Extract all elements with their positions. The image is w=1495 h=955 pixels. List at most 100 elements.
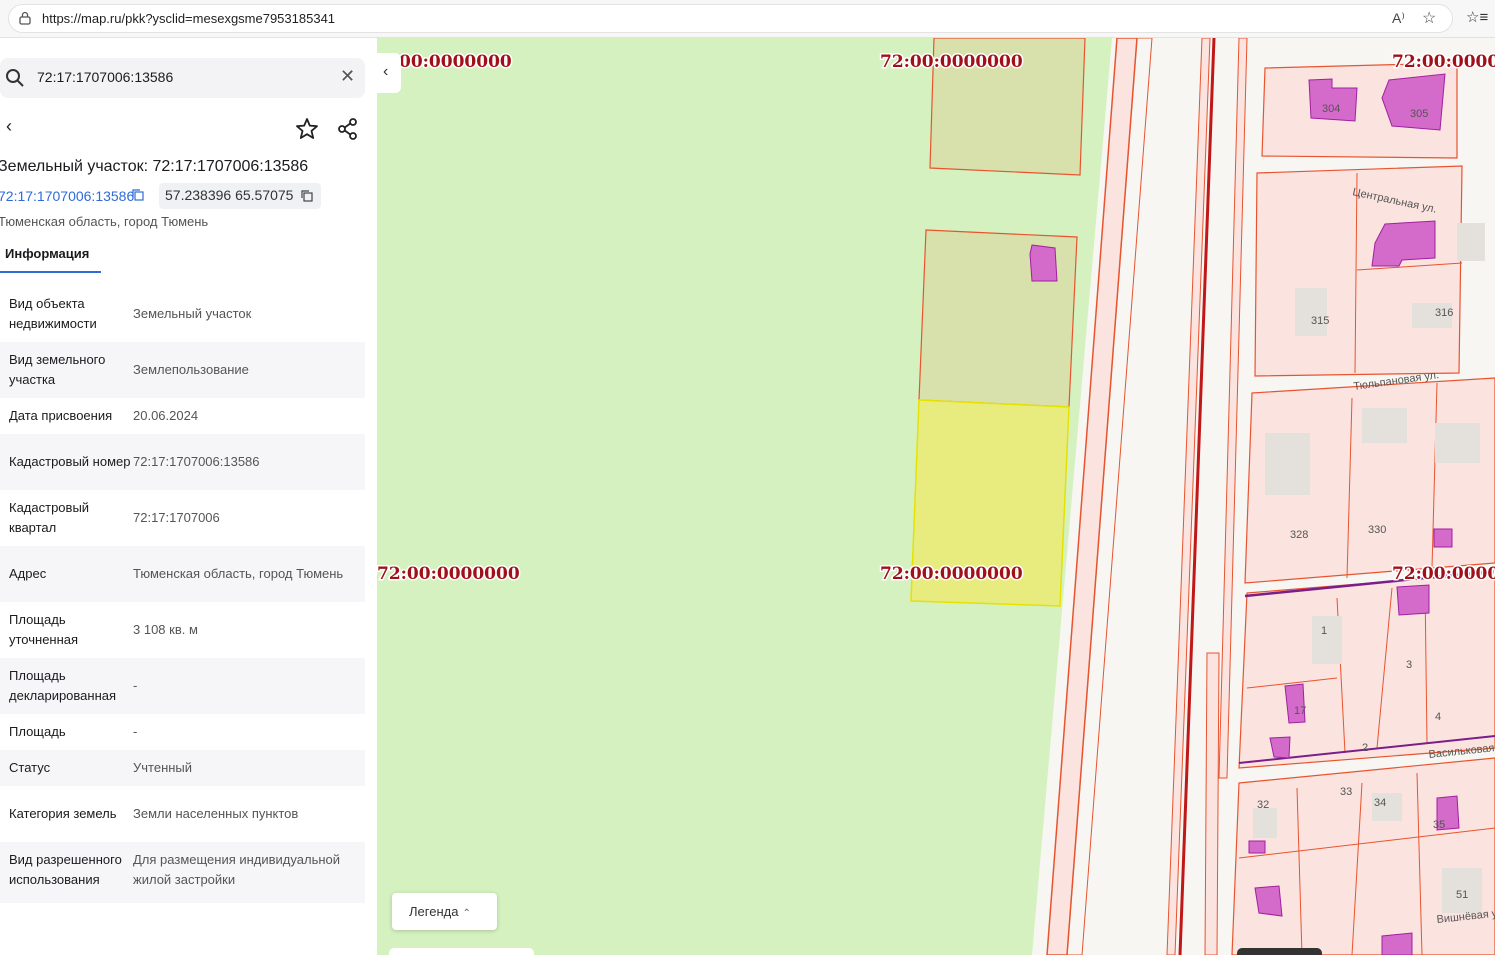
building — [1362, 408, 1407, 443]
house-number: 315 — [1311, 315, 1329, 327]
attribute-key: Статус — [9, 760, 51, 775]
map-control-bar[interactable] — [1237, 948, 1322, 955]
search-icon — [6, 69, 24, 87]
building — [1029, 244, 1058, 282]
coordinates-bar — [389, 948, 534, 955]
building — [1381, 73, 1446, 131]
attribute-row: Кадастровый номер 72:17:1707006:13586 — [0, 434, 365, 490]
copy-icon[interactable] — [132, 189, 144, 201]
address-url[interactable]: https://map.ru/pkk?ysclid=mesexgsme79531… — [42, 11, 335, 26]
browser-toolbar: https://map.ru/pkk?ysclid=mesexgsme79531… — [0, 0, 1495, 38]
attribute-value: 3 108 кв. м — [133, 622, 198, 637]
attribute-key: Кадастровый квартал — [9, 500, 90, 535]
house-number: 33 — [1340, 786, 1352, 798]
house-number: 316 — [1435, 307, 1453, 319]
attribute-value: - — [133, 678, 138, 693]
road-strip — [1204, 652, 1220, 955]
house-number: 17 — [1294, 705, 1306, 717]
attribute-key: Площадь уточненная — [9, 612, 79, 647]
collapse-panel-button[interactable]: ‹ — [377, 53, 401, 93]
attribute-row: Кадастровый квартал 72:17:1707006 — [0, 490, 365, 546]
attribute-value: Земли населенных пунктов — [133, 806, 299, 821]
parcel[interactable] — [1231, 757, 1495, 955]
attribute-value: Для размещения индивидуальной жилой заст… — [133, 852, 341, 887]
attribute-key: Кадастровый номер — [9, 454, 131, 469]
attribute-key: Вид земельного участка — [9, 352, 106, 387]
attribute-key: Площадь декларированная — [9, 668, 117, 703]
favorites-icon[interactable]: ☆≡ — [1466, 8, 1488, 26]
building — [1265, 433, 1310, 495]
house-number: 2 — [1362, 742, 1368, 754]
bookmark-star-icon[interactable]: ☆ — [1422, 8, 1436, 28]
share-icon[interactable] — [333, 114, 363, 144]
cadastral-label: 72:00:0000000 — [1392, 52, 1495, 72]
house-number: 32 — [1257, 799, 1269, 811]
search-input[interactable]: 72:17:1707006:13586 — [37, 69, 173, 85]
tab-information[interactable]: Информация — [5, 246, 89, 261]
attribute-table: Вид объекта недвижимости Земельный участо… — [0, 286, 365, 903]
sidebar: 72:17:1707006:13586 ✕ ‹ Земельный участо… — [0, 38, 377, 955]
tab-underline — [0, 271, 101, 273]
map-canvas[interactable]: Центральная ул. Тюльпановая ул. Василько… — [377, 38, 1495, 955]
coordinates-chip[interactable]: 57.238396 65.57075 — [159, 183, 322, 209]
cadastral-label: 72:00:0000000 — [377, 564, 520, 584]
attribute-row: Вид объекта недвижимости Земельный участо… — [0, 286, 365, 342]
cadastral-label: 72:00:0000000 — [880, 52, 1023, 72]
attribute-value: 72:17:1707006 — [133, 510, 220, 525]
building — [1396, 584, 1430, 616]
attribute-key: Дата присвоения — [9, 408, 113, 423]
house-number: 1 — [1321, 625, 1327, 637]
building — [1295, 288, 1327, 336]
building — [1248, 840, 1266, 854]
attribute-key: Площадь — [9, 724, 66, 739]
legend-button[interactable]: Легенда ⌃ — [392, 893, 497, 930]
house-number: 328 — [1290, 529, 1308, 541]
cadastral-map[interactable]: Центральная ул. Тюльпановая ул. Василько… — [377, 38, 1495, 955]
attribute-row: Вид разрешенного использования Для размещ… — [0, 842, 365, 903]
clear-icon[interactable]: ✕ — [340, 66, 355, 87]
lock-icon — [19, 11, 31, 25]
attribute-value: Землепользование — [133, 362, 249, 377]
house-number: 3 — [1406, 659, 1412, 671]
building — [1284, 683, 1306, 724]
house-number: 305 — [1410, 108, 1428, 120]
address-line: Тюменская область, город Тюмень — [0, 214, 209, 229]
attribute-row: Площадь уточненная 3 108 кв. м — [0, 602, 365, 658]
attribute-row: Площадь декларированная - — [0, 658, 365, 714]
chevron-up-icon: ⌃ — [462, 908, 471, 919]
house-number: 4 — [1435, 711, 1441, 723]
cadastral-label: 72:00:0000000 — [880, 564, 1023, 584]
cadastral-number-link[interactable]: 72:17:1707006:13586 — [0, 188, 134, 204]
attribute-value: 72:17:1707006:13586 — [133, 454, 260, 469]
building — [1253, 808, 1277, 838]
attribute-row: Площадь - — [0, 714, 365, 750]
attribute-row: Адрес Тюменская область, город Тюмень — [0, 546, 365, 602]
building — [1457, 223, 1485, 261]
house-number: 34 — [1374, 797, 1386, 809]
cadastral-label: 00:0000000 — [399, 52, 512, 72]
attribute-row: Статус Учтенный — [0, 750, 365, 786]
building — [1254, 885, 1283, 917]
address-bar[interactable]: https://map.ru/pkk?ysclid=mesexgsme79531… — [8, 4, 1453, 33]
building — [1312, 616, 1342, 664]
house-number: 330 — [1368, 524, 1386, 536]
attribute-row: Дата присвоения 20.06.2024 — [0, 398, 365, 434]
house-number: 51 — [1456, 889, 1468, 901]
building — [1433, 528, 1453, 548]
back-button[interactable]: ‹ — [6, 116, 12, 137]
legend-label: Легенда — [409, 904, 459, 919]
copy-icon[interactable] — [301, 190, 314, 202]
house-number: 304 — [1322, 103, 1340, 115]
attribute-value: Тюменская область, город Тюмень — [133, 566, 344, 581]
building — [1435, 423, 1480, 463]
attribute-key: Вид разрешенного использования — [9, 852, 122, 887]
favorite-star-icon[interactable] — [292, 114, 322, 144]
read-aloud-icon[interactable]: A⁾ — [1392, 10, 1405, 27]
attribute-key: Адрес — [9, 566, 47, 581]
attribute-value: 20.06.2024 — [133, 408, 199, 423]
page-title: Земельный участок: 72:17:1707006:13586 — [0, 158, 309, 175]
house-number: 35 — [1433, 819, 1445, 831]
attribute-key: Категория земель — [9, 806, 117, 821]
coordinates-text: 57.238396 65.57075 — [165, 187, 294, 203]
search-box[interactable]: 72:17:1707006:13586 ✕ — [0, 58, 365, 98]
